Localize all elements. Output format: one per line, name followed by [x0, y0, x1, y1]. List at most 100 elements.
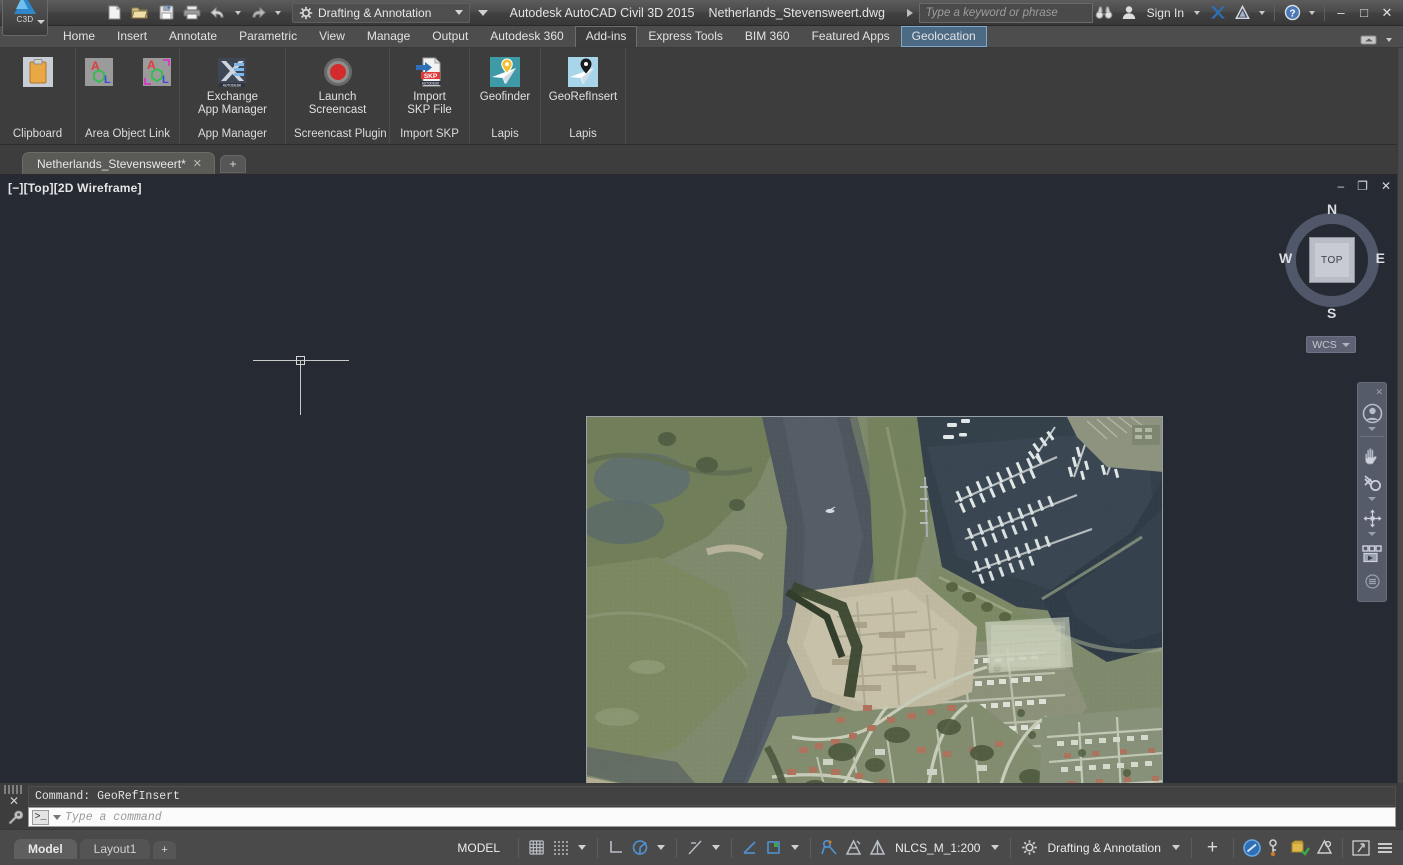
tab-geolocation[interactable]: Geolocation: [900, 26, 987, 47]
hardware-accel-icon[interactable]: [1240, 836, 1264, 860]
sign-in-button[interactable]: Sign In: [1143, 6, 1188, 20]
tab-home[interactable]: Home: [52, 26, 106, 47]
viewport-label[interactable]: [−][Top][2D Wireframe]: [8, 181, 142, 195]
save-icon[interactable]: [154, 2, 178, 24]
scale-dropdown-icon[interactable]: [991, 845, 1000, 850]
navbar-menu-icon[interactable]: [1359, 568, 1385, 594]
aerial-image-raster[interactable]: [586, 416, 1163, 783]
drawing-viewport[interactable]: [−][Top][2D Wireframe] – ❐ ✕ Y X: [0, 175, 1403, 783]
steering-wheels-icon[interactable]: [1359, 400, 1385, 426]
workspace-switcher-label[interactable]: Drafting & Annotation: [1041, 841, 1166, 855]
area-object-link-button[interactable]: AL: [77, 54, 121, 88]
binoculars-icon[interactable]: [1093, 2, 1115, 24]
autodesk-a-icon[interactable]: [1231, 2, 1253, 24]
plot-icon[interactable]: [180, 2, 204, 24]
status-menu-icon[interactable]: [1373, 836, 1397, 860]
workspace-gear-icon[interactable]: [1017, 836, 1041, 860]
file-tab-netherlands-stevensweert[interactable]: Netherlands_Stevensweert* ✕: [22, 152, 215, 174]
workspace-selector[interactable]: Drafting & Annotation: [292, 2, 470, 23]
chevron-down-icon[interactable]: [455, 10, 463, 15]
viewport-restore-button[interactable]: ❐: [1357, 180, 1368, 192]
command-line-drag-handle[interactable]: [4, 785, 24, 794]
help-icon[interactable]: ?: [1281, 2, 1303, 24]
exchange-app-manager-button[interactable]: AUTODESK Exchange App Manager: [194, 54, 271, 117]
undo-dropdown-icon[interactable]: [235, 10, 241, 15]
snap-mode-icon[interactable]: [549, 836, 573, 860]
clean-screen-icon[interactable]: [1312, 836, 1336, 860]
orbit-icon[interactable]: [1359, 505, 1385, 531]
ortho-mode-icon[interactable]: [604, 836, 628, 860]
steering-wheels-dropdown-icon[interactable]: [1368, 427, 1376, 431]
search-input[interactable]: Type a keyword or phrase: [918, 2, 1093, 23]
zoom-dropdown-icon[interactable]: [1368, 497, 1376, 501]
showmotion-icon[interactable]: [1359, 540, 1385, 566]
new-file-tab-button[interactable]: +: [219, 155, 246, 173]
selection-cycling-icon[interactable]: [865, 836, 889, 860]
wcs-dropdown[interactable]: WCS: [1306, 336, 1356, 353]
command-history-dropdown-icon[interactable]: [53, 814, 61, 820]
tab-output[interactable]: Output: [421, 26, 479, 47]
pan-icon[interactable]: [1359, 442, 1385, 468]
tab-view[interactable]: View: [308, 26, 356, 47]
application-menu-button[interactable]: C3D: [2, 0, 48, 36]
zoom-icon[interactable]: [1359, 470, 1385, 496]
compass-south-label[interactable]: S: [1327, 305, 1336, 321]
customization-plus-icon[interactable]: +: [1198, 838, 1227, 857]
exchange-x-icon[interactable]: [1206, 2, 1228, 24]
georefinsert-button[interactable]: GeoRefInsert: [548, 54, 618, 104]
fullscreen-icon[interactable]: [1349, 836, 1373, 860]
tab-model[interactable]: Model: [14, 838, 77, 859]
grid-display-icon[interactable]: [525, 836, 549, 860]
redo-icon[interactable]: [246, 2, 270, 24]
orbit-dropdown-icon[interactable]: [1368, 532, 1376, 536]
open-icon[interactable]: [128, 2, 152, 24]
help-dropdown-icon[interactable]: [1309, 10, 1315, 15]
ribbon-minimize-dropdown-icon[interactable]: [1386, 38, 1392, 42]
tab-parametric[interactable]: Parametric: [228, 26, 308, 47]
geofinder-button[interactable]: Geofinder: [477, 54, 533, 104]
sign-in-dropdown-icon[interactable]: [1194, 10, 1200, 15]
annotation-scale-dropdown-icon[interactable]: [791, 845, 800, 850]
workspace-dropdown-icon[interactable]: [1171, 845, 1180, 850]
polar-dropdown-icon[interactable]: [657, 845, 666, 850]
tab-layout1[interactable]: Layout1: [79, 838, 151, 859]
compass-east-label[interactable]: E: [1376, 250, 1385, 266]
osnap-tracking-dropdown-icon[interactable]: [712, 845, 721, 850]
tab-add-ins[interactable]: Add-ins: [574, 26, 638, 47]
navbar-close-icon[interactable]: ✕: [1375, 387, 1383, 398]
new-icon[interactable]: [102, 2, 126, 24]
minimize-button[interactable]: –: [1331, 4, 1351, 22]
launch-screencast-button[interactable]: Launch Screencast: [305, 54, 371, 117]
clipboard-button[interactable]: [16, 54, 60, 88]
object-snap-icon[interactable]: [817, 836, 841, 860]
view-cube[interactable]: TOP N S E W WCS: [1277, 201, 1387, 353]
tab-bim-360[interactable]: BIM 360: [734, 26, 801, 47]
compass-north-label[interactable]: N: [1327, 201, 1337, 217]
viewport-close-button[interactable]: ✕: [1381, 180, 1391, 192]
tab-annotate[interactable]: Annotate: [158, 26, 228, 47]
command-line-options-icon[interactable]: [8, 810, 24, 828]
tab-express-tools[interactable]: Express Tools: [637, 26, 733, 47]
title-overflow-icon[interactable]: [906, 8, 913, 17]
tab-manage[interactable]: Manage: [356, 26, 421, 47]
qat-overflow-icon[interactable]: [478, 9, 488, 16]
import-skp-button[interactable]: SKP AUTODESK Import SKP File: [403, 54, 456, 117]
undo-icon[interactable]: [206, 2, 230, 24]
transparency-icon[interactable]: [841, 836, 865, 860]
command-line-close-icon[interactable]: ✕: [9, 794, 19, 808]
user-avatar-icon[interactable]: [1118, 2, 1140, 24]
snap-dropdown-icon[interactable]: [578, 845, 587, 850]
annotation-visibility-icon[interactable]: [738, 836, 762, 860]
graphics-performance-icon[interactable]: [1288, 836, 1312, 860]
autodesk-dropdown-icon[interactable]: [1259, 10, 1265, 15]
tab-insert[interactable]: Insert: [106, 26, 158, 47]
restore-button[interactable]: □: [1354, 4, 1374, 22]
viewport-scroll-strip[interactable]: [1397, 48, 1403, 783]
autoscale-icon[interactable]: [762, 836, 786, 860]
object-snap-tracking-icon[interactable]: [683, 836, 707, 860]
command-input-row[interactable]: >_ Type a command: [28, 807, 1396, 827]
tab-autodesk-360[interactable]: Autodesk 360: [479, 26, 574, 47]
isolate-objects-icon[interactable]: [1264, 836, 1288, 860]
close-button[interactable]: ✕: [1377, 4, 1397, 22]
view-cube-top-face[interactable]: TOP: [1309, 237, 1355, 283]
